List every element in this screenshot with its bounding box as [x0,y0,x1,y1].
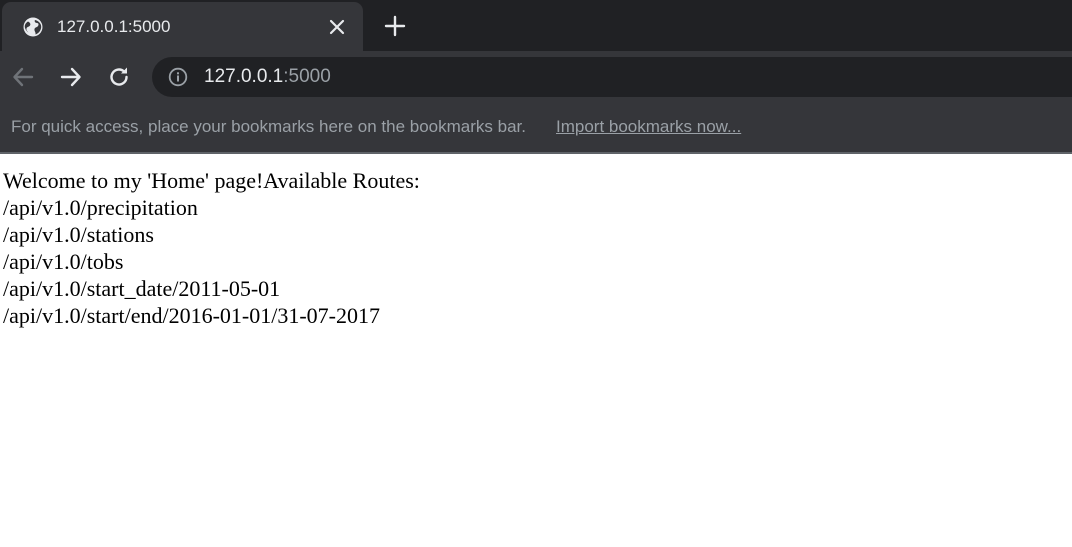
browser-chrome: 127.0.0.1:5000 127.0.0.1:5000 For quick … [0,0,1072,154]
info-icon[interactable] [168,67,188,87]
address-bar[interactable]: 127.0.0.1:5000 [152,57,1072,97]
tab-strip: 127.0.0.1:5000 [0,0,1072,51]
globe-icon [23,17,43,37]
route-item: /api/v1.0/start/end/2016-01-01/31-07-201… [3,303,380,328]
arrow-right-icon[interactable] [58,64,84,90]
route-item: /api/v1.0/start_date/2011-05-01 [3,276,281,301]
page-body: Welcome to my 'Home' page!Available Rout… [0,154,1072,547]
url-host: 127.0.0.1 [204,66,284,87]
route-item: /api/v1.0/stations [3,222,154,247]
url-text[interactable]: 127.0.0.1:5000 [204,66,331,88]
route-item: /api/v1.0/tobs [3,249,124,274]
plus-icon[interactable] [382,13,408,39]
reload-icon[interactable] [106,64,132,90]
close-icon[interactable] [326,16,348,38]
import-bookmarks-link[interactable]: Import bookmarks now... [556,117,741,137]
arrow-left-icon[interactable] [10,64,36,90]
browser-tab[interactable]: 127.0.0.1:5000 [2,2,363,51]
toolbar: 127.0.0.1:5000 [0,51,1072,103]
bookmarks-bar: For quick access, place your bookmarks h… [0,103,1072,152]
page-content: Welcome to my 'Home' page!Available Rout… [3,167,420,329]
welcome-text: Welcome to my 'Home' page!Available Rout… [3,168,420,193]
bookmarks-hint: For quick access, place your bookmarks h… [11,117,526,136]
tab-title: 127.0.0.1:5000 [57,17,171,36]
url-port: :5000 [283,66,331,87]
route-item: /api/v1.0/precipitation [3,195,198,220]
